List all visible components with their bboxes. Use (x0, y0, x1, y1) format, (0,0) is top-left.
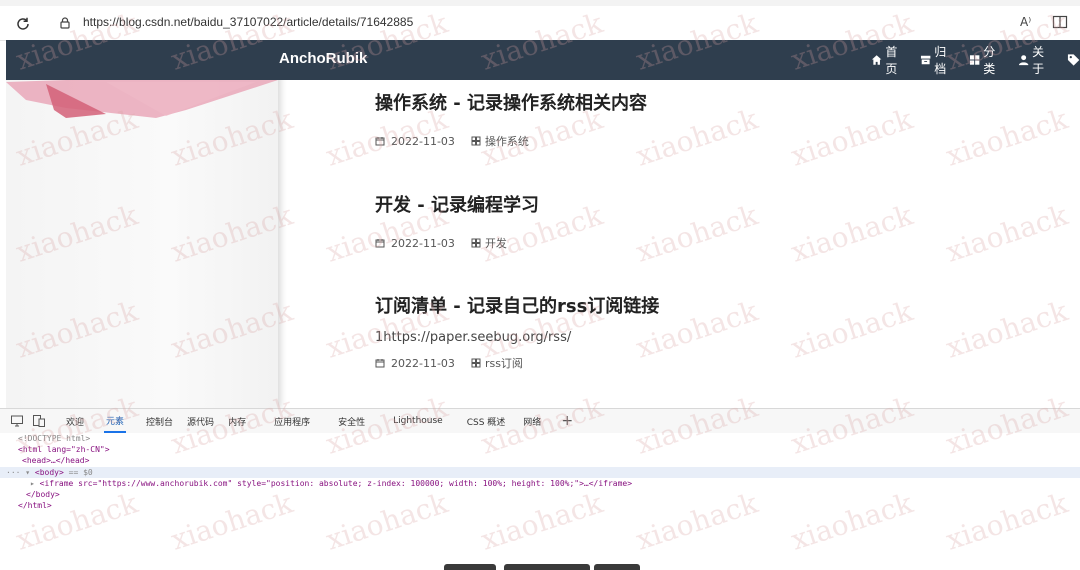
left-decor-panel (6, 40, 278, 408)
calendar-icon (375, 239, 385, 248)
post-category-label: 操作系统 (484, 135, 529, 148)
devtools-tabbar: 欢迎 元素 控制台 源代码 内存 应用程序 安全性 Lighthouse CSS… (0, 408, 1080, 434)
post-excerpt: 1https://paper.seebug.org/rss/ (375, 330, 572, 345)
selected-node-row[interactable] (0, 467, 1080, 478)
category-icon (471, 136, 481, 146)
user-icon (1018, 55, 1029, 66)
devtools-tab-security[interactable]: 安全性 (336, 411, 367, 432)
add-panel-icon[interactable]: + (561, 413, 573, 429)
dom-html-open[interactable]: <html lang="zh-CN"> (18, 445, 110, 455)
post-title[interactable]: 订阅清单 - 记录自己的rss订阅链接 (375, 292, 659, 318)
dom-iframe[interactable]: ▸ <iframe src="https://www.anchorubik.co… (30, 479, 632, 489)
devtools-tab-css-overview[interactable]: CSS 概述 (465, 411, 508, 432)
devtools-tab-network[interactable]: 网络 (521, 411, 543, 432)
dom-html-close[interactable]: </html> (18, 501, 52, 511)
category-icon (471, 238, 481, 248)
category-icon (471, 358, 481, 368)
post-category-label: 开发 (484, 237, 507, 250)
devtools-tab-application[interactable]: 应用程序 (272, 411, 312, 432)
calendar-icon (375, 359, 385, 368)
nav-item-category[interactable]: 分类 (969, 43, 1006, 77)
post-title[interactable]: 操作系统 - 记录操作系统相关内容 (375, 89, 647, 115)
nav-item-archive[interactable]: 归档 (920, 43, 957, 77)
device-emulation-icon[interactable] (10, 414, 24, 428)
post-item: 操作系统 - 记录操作系统相关内容 2022-11-03 操作系统 (375, 89, 647, 149)
nav-item-label: 关于 (1032, 45, 1045, 76)
post-category[interactable]: 操作系统 (471, 133, 529, 149)
nav-item-label: 归档 (934, 45, 947, 76)
devtools-tab-sources[interactable]: 源代码 (185, 411, 216, 432)
url-field[interactable]: https://blog.csdn.net/baidu_37107022/art… (48, 10, 1048, 36)
archive-icon (920, 55, 931, 65)
home-icon (871, 55, 882, 65)
site-navbar: AnchoRubik 首页 归档 分类 关于 (6, 40, 1080, 80)
devtools-tab-console[interactable]: 控制台 (144, 411, 175, 432)
calendar-icon (375, 137, 385, 146)
devtools-tab-welcome[interactable]: 欢迎 (64, 411, 86, 432)
page-viewport: AnchoRubik 首页 归档 分类 关于 操作系统 - 记录操作系统相关内容 (6, 40, 1080, 408)
nav-item-about[interactable]: 关于 (1018, 43, 1055, 77)
post-category[interactable]: 开发 (471, 235, 507, 251)
post-meta: 2022-11-03 操作系统 (375, 133, 647, 149)
nav-menu: 首页 归档 分类 关于 (871, 40, 1080, 80)
post-category-label: rss订阅 (484, 357, 523, 370)
address-bar: https://blog.csdn.net/baidu_37107022/art… (0, 6, 1080, 41)
reload-button[interactable] (12, 13, 34, 35)
taskbar-item[interactable] (594, 564, 640, 570)
post-meta: 2022-11-03 rss订阅 (375, 355, 659, 371)
devtools-tab-lighthouse[interactable]: Lighthouse (391, 412, 445, 430)
dom-body-open[interactable]: ··· ▾ <body> == $0 (6, 468, 93, 478)
read-aloud-icon[interactable]: A⁾ (1020, 15, 1031, 29)
dom-body-close[interactable]: </body> (26, 490, 60, 500)
category-icon (969, 55, 980, 65)
site-brand[interactable]: AnchoRubik (279, 50, 367, 67)
post-item: 订阅清单 - 记录自己的rss订阅链接 1https://paper.seebu… (375, 292, 659, 371)
post-meta: 2022-11-03 开发 (375, 235, 539, 251)
devtools-tab-memory[interactable]: 内存 (226, 411, 248, 432)
devtools-tab-elements[interactable]: 元素 (104, 410, 127, 433)
taskbar-item[interactable] (444, 564, 496, 570)
post-date: 2022-11-03 (391, 236, 455, 250)
device-toggle-icon[interactable] (32, 414, 46, 428)
nav-item-label: 分类 (983, 45, 996, 76)
reload-icon (17, 17, 29, 30)
nav-item-label: 首页 (885, 45, 898, 76)
lock-icon (60, 17, 70, 29)
post-date: 2022-11-03 (391, 134, 455, 148)
tag-icon[interactable] (1067, 53, 1080, 67)
post-item: 开发 - 记录编程学习 2022-11-03 开发 (375, 191, 539, 251)
url-text: https://blog.csdn.net/baidu_37107022/art… (83, 15, 414, 29)
decorative-ribbon (6, 78, 278, 118)
post-date: 2022-11-03 (391, 356, 455, 370)
devtools-elements-panel: <!DOCTYPE html> <html lang="zh-CN"> <hea… (0, 433, 1080, 570)
split-screen-icon[interactable] (1052, 14, 1068, 30)
nav-item-home[interactable]: 首页 (871, 43, 908, 77)
dom-head[interactable]: <head>…</head> (22, 456, 89, 466)
post-title[interactable]: 开发 - 记录编程学习 (375, 191, 539, 217)
dom-doctype[interactable]: <!DOCTYPE html> (18, 434, 90, 444)
post-category[interactable]: rss订阅 (471, 355, 523, 371)
taskbar-item[interactable] (504, 564, 590, 570)
